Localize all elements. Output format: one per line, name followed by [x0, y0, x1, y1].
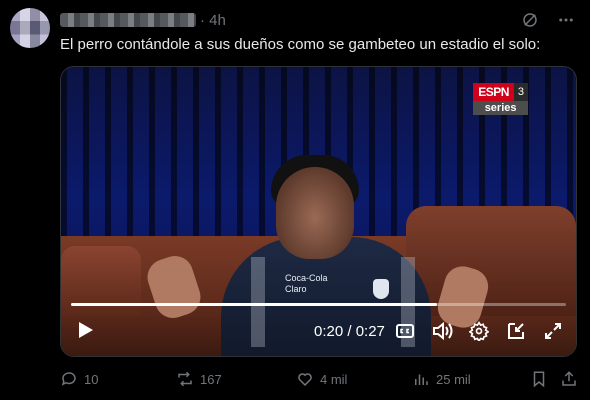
- espn-brand: ESPN: [473, 83, 514, 101]
- settings-icon[interactable]: [468, 320, 490, 342]
- volume-icon[interactable]: [431, 320, 453, 342]
- like-count: 4 mil: [320, 371, 348, 387]
- pip-icon[interactable]: [505, 320, 527, 342]
- bookmark-icon[interactable]: [530, 370, 548, 388]
- like-button[interactable]: 4 mil: [296, 370, 347, 388]
- jacket-logo-text: Coca-Cola Claro: [285, 273, 328, 295]
- repost-count: 167: [200, 371, 222, 387]
- more-icon[interactable]: [556, 10, 576, 30]
- jacket-logo-line1: Coca-Cola: [285, 273, 328, 283]
- repost-button[interactable]: 167: [176, 370, 222, 388]
- views-icon: [415, 374, 428, 385]
- tweet-timestamp[interactable]: · 4h: [200, 12, 226, 29]
- reply-button[interactable]: 10: [60, 370, 98, 388]
- captions-icon[interactable]: [394, 320, 416, 342]
- heart-icon: [298, 373, 312, 387]
- espn-channel: 3: [513, 83, 528, 101]
- play-icon[interactable]: [75, 320, 95, 340]
- blurred-username[interactable]: [60, 13, 196, 27]
- video-time: 0:20 / 0:27: [314, 323, 385, 340]
- tweet-actions: 10 167 4 mil 25 mil: [60, 370, 580, 390]
- views-button[interactable]: 25 mil: [412, 370, 471, 388]
- video-controls: 0:20 / 0:27: [61, 306, 576, 356]
- fullscreen-icon[interactable]: [542, 320, 564, 342]
- person-head: [276, 167, 354, 259]
- header-actions: [520, 10, 576, 30]
- broadcaster-logo: ESPN 3 series: [473, 83, 528, 115]
- jacket-crest: [373, 279, 389, 299]
- views-count: 25 mil: [436, 371, 471, 387]
- espn-sub: series: [473, 101, 528, 115]
- reply-icon: [61, 372, 76, 386]
- share-icon[interactable]: [560, 370, 578, 388]
- tweet-header: · 4h: [60, 10, 226, 30]
- avatar[interactable]: [10, 8, 50, 48]
- grok-icon[interactable]: [520, 10, 540, 30]
- video-player[interactable]: Coca-Cola Claro ESPN 3 series 0:20 / 0:2…: [60, 66, 577, 357]
- reply-count: 10: [84, 371, 99, 387]
- tweet-text: El perro contándole a sus dueños como se…: [60, 36, 541, 53]
- jacket-logo-line2: Claro: [285, 284, 307, 294]
- repost-icon: [178, 371, 192, 387]
- video-control-icons: [394, 320, 564, 342]
